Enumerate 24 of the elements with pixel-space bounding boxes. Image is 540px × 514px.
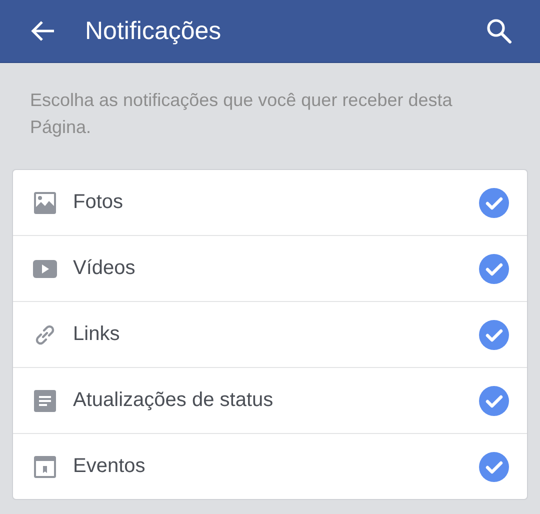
notification-label: Links <box>73 323 121 346</box>
notification-row[interactable]: Links <box>13 301 527 367</box>
back-arrow-icon[interactable] <box>30 20 56 42</box>
notification-row[interactable]: Atualizações de status <box>13 367 527 433</box>
notification-row[interactable]: Vídeos <box>13 235 527 301</box>
description-text: Escolha as notificações que você quer receber desta Página. <box>29 89 454 139</box>
notification-label: Eventos <box>73 455 146 478</box>
image-icon <box>33 192 57 214</box>
calendar-icon <box>33 456 57 478</box>
checked-circle-icon[interactable] <box>479 254 509 284</box>
link-icon <box>33 322 57 346</box>
checked-circle-icon[interactable] <box>479 386 509 416</box>
notification-row[interactable]: Eventos <box>13 433 527 499</box>
play-icon <box>33 260 57 278</box>
notification-row[interactable]: Fotos <box>13 170 527 235</box>
notification-label: Fotos <box>73 191 124 214</box>
notification-label: Vídeos <box>73 257 136 280</box>
document-icon <box>33 390 57 412</box>
checked-circle-icon[interactable] <box>479 320 509 350</box>
checked-circle-icon[interactable] <box>479 188 509 218</box>
checked-circle-icon[interactable] <box>479 452 509 482</box>
search-icon[interactable] <box>486 18 512 44</box>
page-title: Notificações <box>85 16 222 46</box>
notification-label: Atualizações de status <box>73 389 274 412</box>
